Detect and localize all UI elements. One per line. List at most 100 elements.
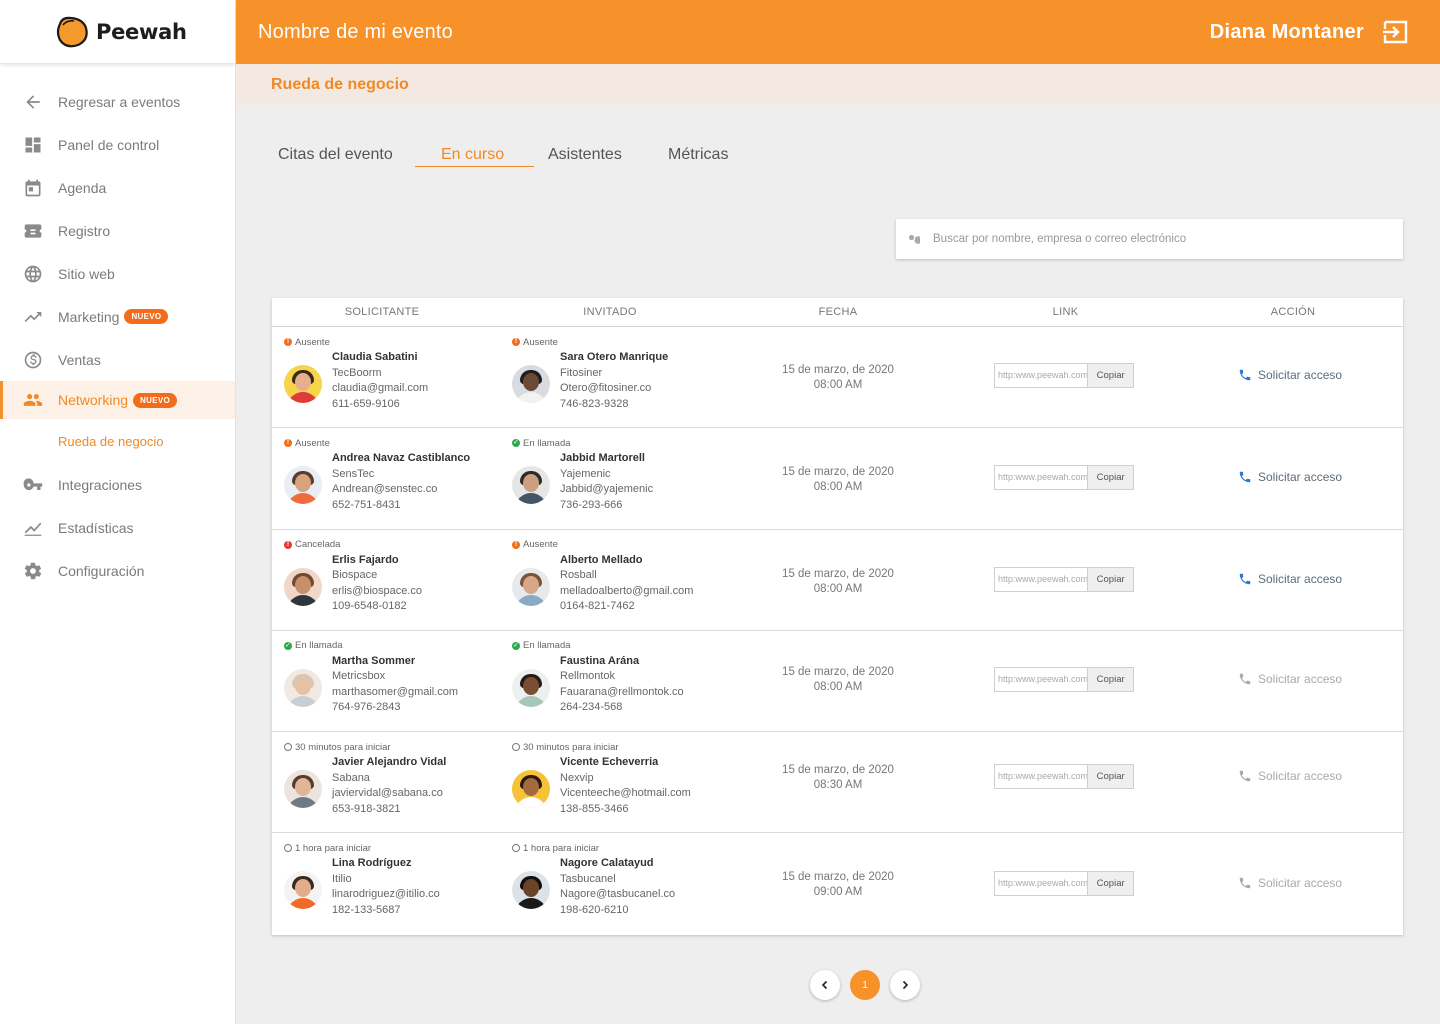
link-url[interactable]: http:www.peewah.com [995, 466, 1089, 490]
tab-metricas[interactable]: Métricas [668, 146, 748, 167]
person-name: Javier Alejandro Vidal [332, 756, 447, 769]
person-email: Vicenteeche@hotmail.com [560, 787, 691, 800]
tab-en-curso[interactable]: En curso [415, 146, 534, 167]
status-text: Cancelada [295, 539, 341, 551]
person-email: erlis@biospace.co [332, 584, 423, 597]
invitado-cell: ! Ausente Alberto Mellado Rosball mellad… [512, 539, 722, 615]
invitado-cell: ✓ En llamada Faustina Arána Rellmontok F… [512, 640, 722, 716]
copy-button[interactable]: Copiar [1088, 466, 1133, 490]
invitado-cell: ✓ En llamada Jabbid Martorell Yajemenic … [512, 437, 722, 513]
person-name: Faustina Arána [560, 654, 640, 667]
request-access-button[interactable]: Solicitar acceso [1238, 876, 1342, 890]
request-access-label: Solicitar acceso [1258, 671, 1343, 686]
sidebar-item-estadisticas[interactable]: Estadísticas [0, 506, 235, 549]
sidebar-item-dashboard[interactable]: Panel de control [0, 123, 235, 166]
request-access-button[interactable]: Solicitar acceso [1238, 368, 1342, 382]
request-access-label: Solicitar acceso [1258, 470, 1343, 485]
link-url[interactable]: http:www.peewah.com [995, 567, 1089, 591]
request-access-button[interactable]: Solicitar acceso [1238, 470, 1342, 484]
person-name: Alberto Mellado [560, 553, 643, 566]
sidebar-item-sitio-web[interactable]: Sitio web [0, 252, 235, 295]
status-icon: ! [512, 338, 520, 346]
status-text: 1 hora para iniciar [523, 842, 600, 854]
person-name: Lina Rodríguez [332, 857, 412, 870]
person-company: Itilio [332, 872, 352, 885]
person-name: Erlis Fajardo [332, 553, 399, 566]
status-text: 1 hora para iniciar [295, 842, 372, 854]
next-page-button[interactable] [890, 970, 920, 1000]
person-email: linarodriguez@itilio.co [332, 888, 440, 901]
phone-icon [1239, 472, 1251, 483]
search-box [896, 219, 1403, 259]
link-field: http:www.peewah.com Copiar [994, 871, 1134, 897]
logout-icon[interactable] [1382, 18, 1410, 46]
status-indicator: 30 minutos para iniciar [284, 741, 494, 753]
person-name: Martha Sommer [332, 654, 416, 667]
meeting-time: 09:00 AM [813, 886, 863, 899]
sidebar-item-back-to-events[interactable]: Regresar a eventos [0, 80, 235, 123]
person-name: Claudia Sabatini [332, 351, 418, 363]
column-header-fecha: FECHA [818, 306, 858, 318]
tab-asistentes[interactable]: Asistentes [548, 146, 668, 167]
link-url[interactable]: http:www.peewah.com [995, 364, 1089, 387]
link-url[interactable]: http:www.peewah.com [995, 667, 1089, 691]
sidebar-subitem-rueda-de-negocio[interactable]: Rueda de negocio [0, 419, 235, 463]
tab-citas-del-evento[interactable]: Citas del evento [278, 146, 415, 167]
person-phone: 198-620-6210 [560, 903, 629, 916]
page-button-current[interactable]: 1 [850, 970, 880, 1000]
sidebar-item-integraciones[interactable]: Integraciones [0, 463, 235, 506]
person-phone: 611-659-9106 [332, 397, 400, 410]
person-phone: 764-976-2843 [332, 701, 401, 714]
sidebar-item-label: Regresar a eventos [58, 93, 181, 110]
avatar [284, 668, 322, 707]
status-indicator: ! Ausente [512, 336, 722, 348]
link-url[interactable]: http:www.peewah.com [995, 872, 1089, 896]
new-badge: NUEVO [124, 309, 169, 324]
request-access-button[interactable]: Solicitar acceso [1238, 572, 1342, 586]
status-text: Ausente [523, 539, 558, 551]
copy-button[interactable]: Copiar [1088, 667, 1133, 691]
meeting-date: 15 de marzo, de 2020 [782, 665, 894, 678]
copy-button[interactable]: Copiar [1088, 364, 1133, 387]
user-name[interactable]: Diana Montaner [1210, 21, 1364, 44]
status-icon: ✓ [512, 439, 520, 448]
dashboard-icon [22, 134, 44, 156]
request-access-button[interactable]: Solicitar acceso [1238, 672, 1342, 686]
tab-bar: Citas del evento En curso Asistentes Mét… [278, 146, 748, 167]
request-access-label: Solicitar acceso [1258, 368, 1343, 382]
person-email: Andrean@senstec.co [332, 483, 438, 496]
sidebar-item-configuracion[interactable]: Configuración [0, 549, 235, 592]
logo[interactable]: Peewah [0, 0, 235, 64]
phone-icon [1239, 573, 1251, 584]
sidebar-item-label: Panel de control [58, 136, 160, 153]
status-indicator: ✓ En llamada [284, 640, 494, 652]
invitado-cell: 1 hora para iniciar Nagore Calatayud Tas… [512, 842, 722, 918]
meeting-time: 08:00 AM [813, 379, 863, 391]
top-bar: Nombre de mi evento Diana Montaner [236, 0, 1440, 64]
sidebar-item-marketing[interactable]: Marketing NUEVO [0, 295, 235, 338]
sidebar-item-ventas[interactable]: Ventas [0, 338, 235, 381]
avatar [512, 567, 550, 606]
copy-button[interactable]: Copiar [1088, 872, 1133, 896]
meeting-date: 15 de marzo, de 2020 [782, 567, 894, 580]
meeting-date: 15 de marzo, de 2020 [782, 466, 894, 479]
arrow-left-icon [22, 91, 44, 113]
sidebar-item-registro[interactable]: Registro [0, 209, 235, 252]
prev-page-button[interactable] [810, 970, 840, 1000]
copy-button[interactable]: Copiar [1088, 567, 1133, 591]
avatar [512, 668, 550, 707]
status-indicator: ! Ausente [284, 437, 494, 449]
request-access-button[interactable]: Solicitar acceso [1238, 769, 1342, 783]
status-icon: ✓ [512, 641, 520, 650]
link-url[interactable]: http:www.peewah.com [995, 765, 1089, 789]
search-input[interactable] [933, 233, 1373, 245]
person-phone: 109-6548-0182 [332, 600, 407, 613]
solicitante-cell: 1 hora para iniciar Lina Rodríguez Itili… [284, 842, 494, 918]
sidebar-item-agenda[interactable]: Agenda [0, 166, 235, 209]
sidebar-item-networking[interactable]: Networking NUEVO [0, 381, 235, 419]
trending-up-icon [22, 306, 44, 328]
copy-button[interactable]: Copiar [1088, 765, 1133, 789]
solicitante-cell: ! Cancelada Erlis Fajardo Biospace erlis… [284, 539, 494, 615]
person-company: Rellmontok [560, 670, 616, 683]
status-indicator: ! Cancelada [284, 539, 494, 551]
